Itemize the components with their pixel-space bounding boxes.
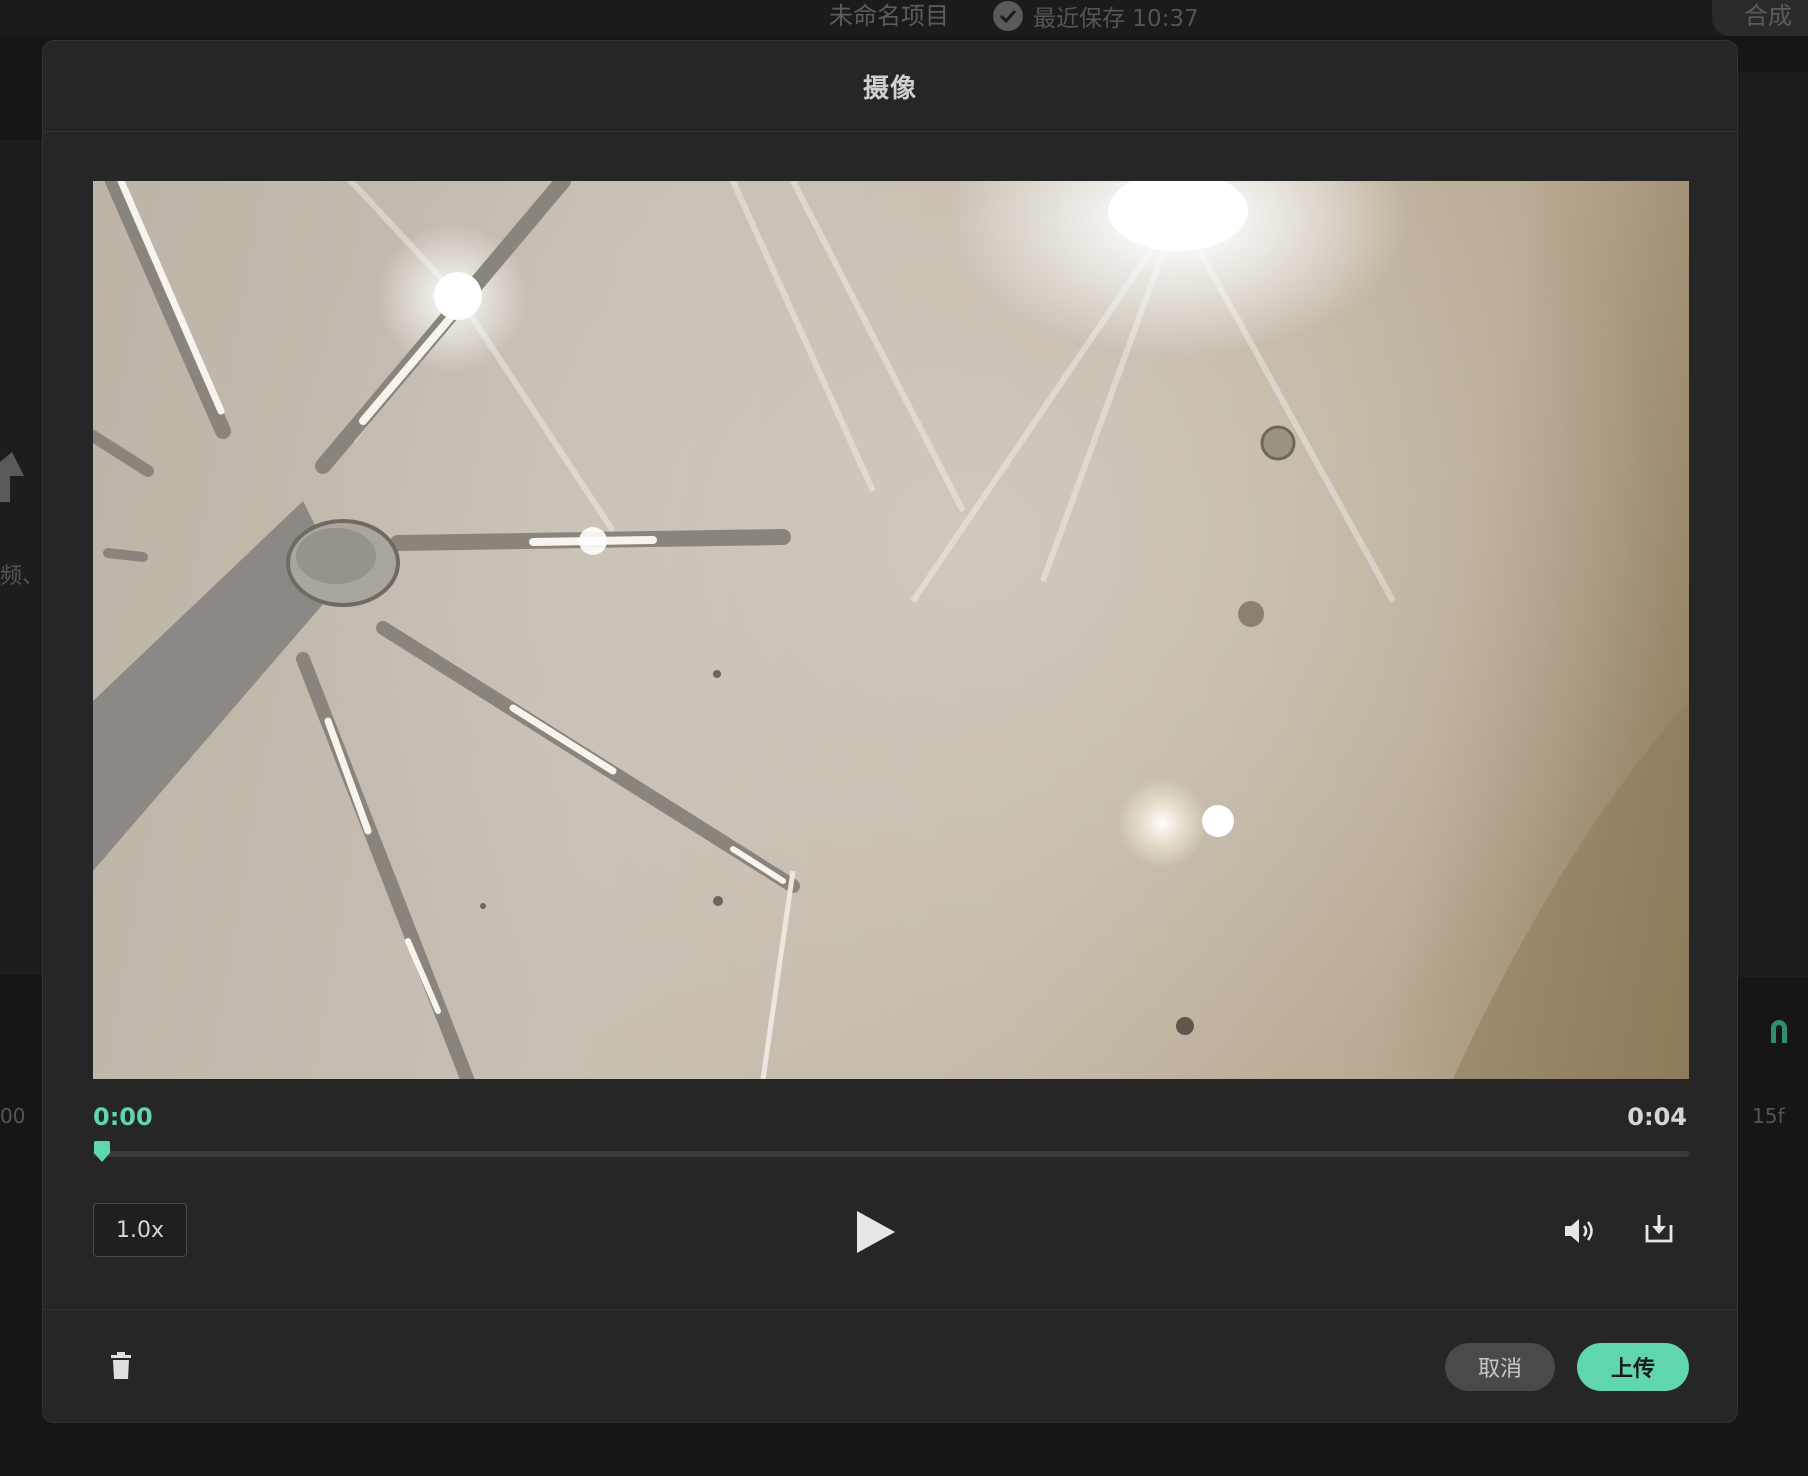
compose-button[interactable]: 合成 <box>1712 0 1808 36</box>
trash-icon[interactable] <box>109 1351 133 1381</box>
camera-dialog: 摄像 0:00 0:04 1.0x 取消 上传 <box>42 40 1738 1423</box>
frame-rate-label: 15f <box>1752 1104 1785 1128</box>
download-icon[interactable] <box>1643 1213 1675 1245</box>
duration: 0:04 <box>1627 1103 1687 1131</box>
timeline-ruler-value: 00 <box>0 1104 26 1128</box>
right-panel-background <box>1736 72 1808 977</box>
video-frame-illustration <box>93 181 1689 1079</box>
video-preview[interactable] <box>93 181 1689 1079</box>
magnet-icon[interactable] <box>1768 1016 1790 1051</box>
dialog-title: 摄像 <box>862 73 917 104</box>
side-text-fragment: 频、 <box>0 564 45 589</box>
dialog-header: 摄像 <box>43 41 1737 132</box>
check-circle-icon <box>993 1 1023 31</box>
upload-button[interactable]: 上传 <box>1577 1343 1689 1391</box>
volume-icon[interactable] <box>1563 1215 1599 1247</box>
project-title: 未命名项目 <box>829 2 949 30</box>
progress-track[interactable] <box>93 1141 1689 1162</box>
play-icon[interactable] <box>851 1207 899 1257</box>
save-status-text: 最近保存 10:37 <box>1033 6 1199 32</box>
progress-handle[interactable] <box>93 1141 111 1163</box>
current-time: 0:00 <box>93 1103 153 1131</box>
upload-arrow-icon <box>0 452 24 526</box>
save-status: 最近保存 10:37 <box>993 0 1199 32</box>
cancel-button[interactable]: 取消 <box>1445 1343 1555 1391</box>
footer-divider <box>43 1309 1737 1310</box>
playback-speed-button[interactable]: 1.0x <box>93 1203 187 1257</box>
